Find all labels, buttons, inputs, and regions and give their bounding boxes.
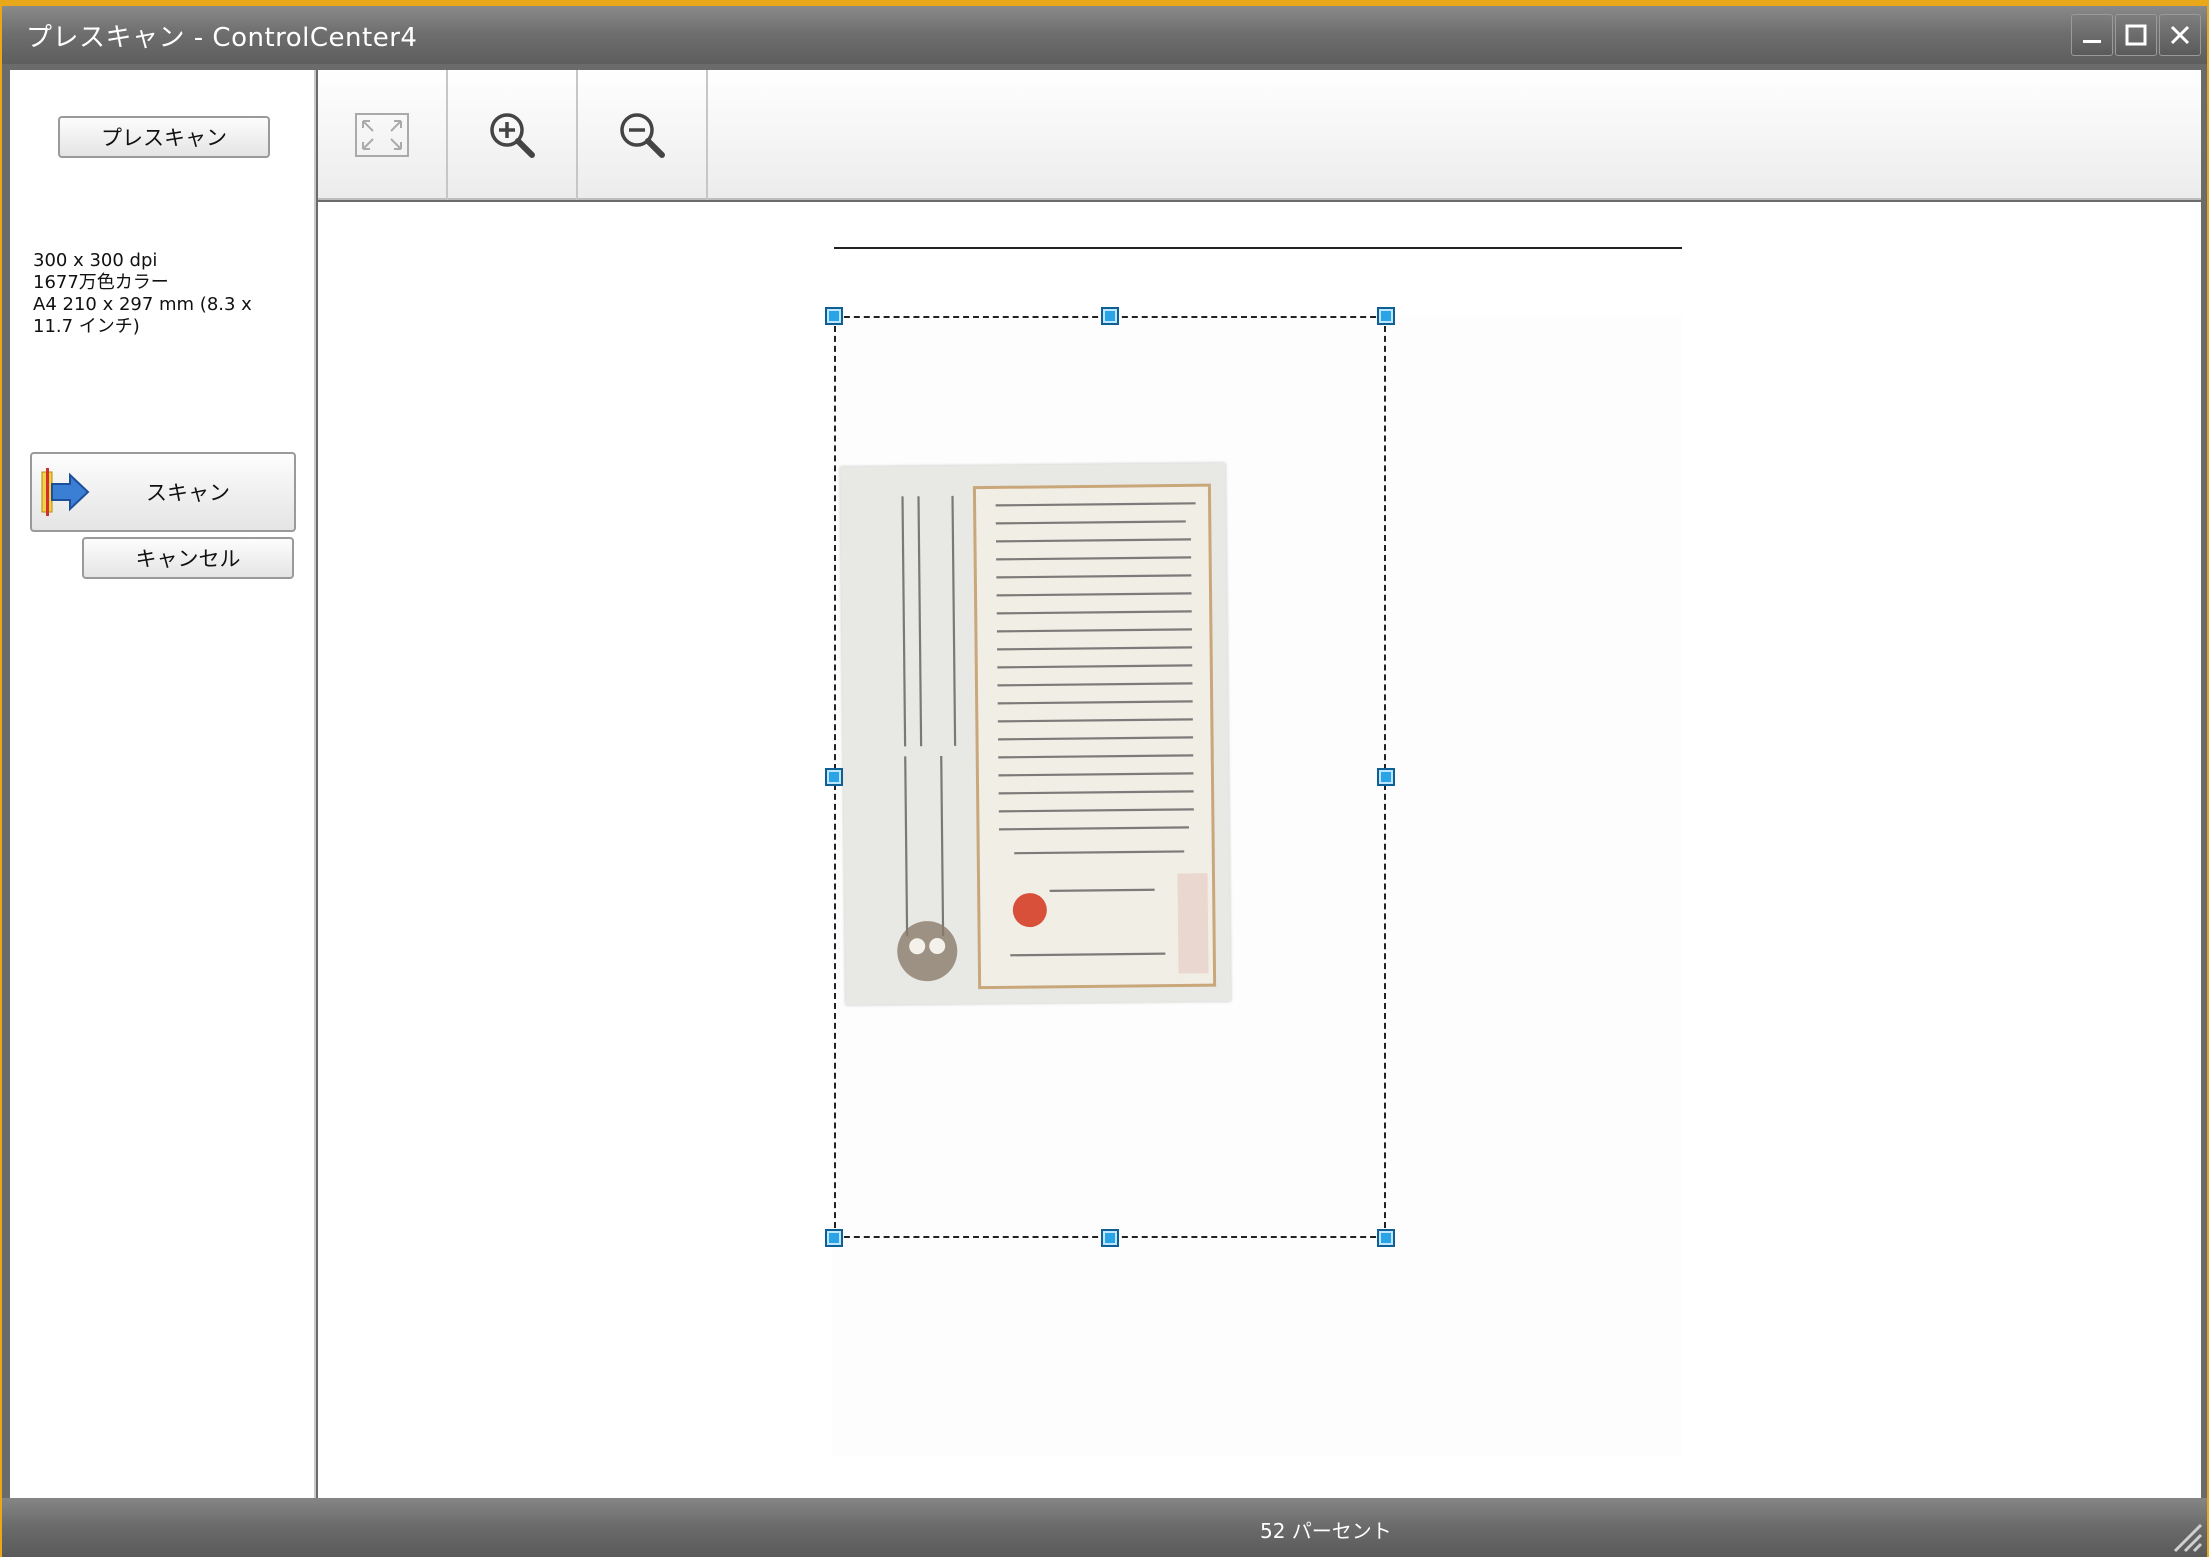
scan-area-top-edge: [834, 247, 1682, 249]
zoom-out-icon: [620, 113, 665, 158]
paper-size-inch-text: 11.7 インチ): [33, 316, 140, 337]
selection-handle-bottom[interactable]: [1101, 1229, 1119, 1247]
status-bar: 52 パーセント: [2, 1498, 2207, 1557]
maximize-icon: [2125, 24, 2147, 46]
scan-settings-info: 300 x 300 dpi 1677万色カラー A4 210 x 297 mm …: [33, 250, 303, 338]
maximize-button[interactable]: [2115, 14, 2157, 56]
scan-arrow-icon: [41, 468, 90, 516]
window-title: プレスキャン - ControlCenter4: [26, 22, 418, 53]
selection-handle-top-left[interactable]: [825, 307, 843, 325]
close-icon: [2170, 25, 2190, 45]
selection-handle-left[interactable]: [825, 768, 843, 786]
preview-area[interactable]: [318, 202, 2201, 1498]
selection-handle-top-right[interactable]: [1377, 307, 1395, 325]
selection-handle-top[interactable]: [1101, 307, 1119, 325]
paper-size-text: A4 210 x 297 mm (8.3 x: [33, 294, 252, 315]
selection-handle-bottom-left[interactable]: [825, 1229, 843, 1247]
scan-button[interactable]: スキャン: [30, 452, 296, 532]
zoom-in-button[interactable]: [448, 70, 578, 200]
fit-to-window-button[interactable]: [318, 70, 448, 200]
zoom-out-button[interactable]: [578, 70, 708, 200]
resolution-text: 300 x 300 dpi: [33, 250, 158, 271]
title-bar[interactable]: プレスキャン - ControlCenter4: [2, 6, 2207, 64]
window-controls: [2071, 14, 2201, 56]
app-window: プレスキャン - ControlCenter4 プレスキャン 300 x 300…: [0, 0, 2209, 1557]
minimize-button[interactable]: [2071, 14, 2113, 56]
resize-grip-icon[interactable]: [2167, 1517, 2203, 1553]
selection-handle-right[interactable]: [1377, 768, 1395, 786]
zoom-in-icon: [490, 113, 535, 158]
cancel-button[interactable]: キャンセル: [82, 537, 294, 579]
scan-selection-area[interactable]: [834, 316, 1386, 1238]
prescan-button[interactable]: プレスキャン: [58, 116, 270, 158]
fit-to-window-icon: [355, 113, 409, 157]
zoom-level-text: 52 パーセント: [1260, 1519, 1392, 1543]
minimize-icon: [2083, 40, 2101, 43]
scan-button-label: スキャン: [146, 481, 230, 505]
settings-panel: プレスキャン 300 x 300 dpi 1677万色カラー A4 210 x …: [10, 70, 316, 1498]
close-button[interactable]: [2159, 14, 2201, 56]
selection-handle-bottom-right[interactable]: [1377, 1229, 1395, 1247]
color-mode-text: 1677万色カラー: [33, 272, 169, 293]
preview-toolbar: [318, 70, 2201, 200]
